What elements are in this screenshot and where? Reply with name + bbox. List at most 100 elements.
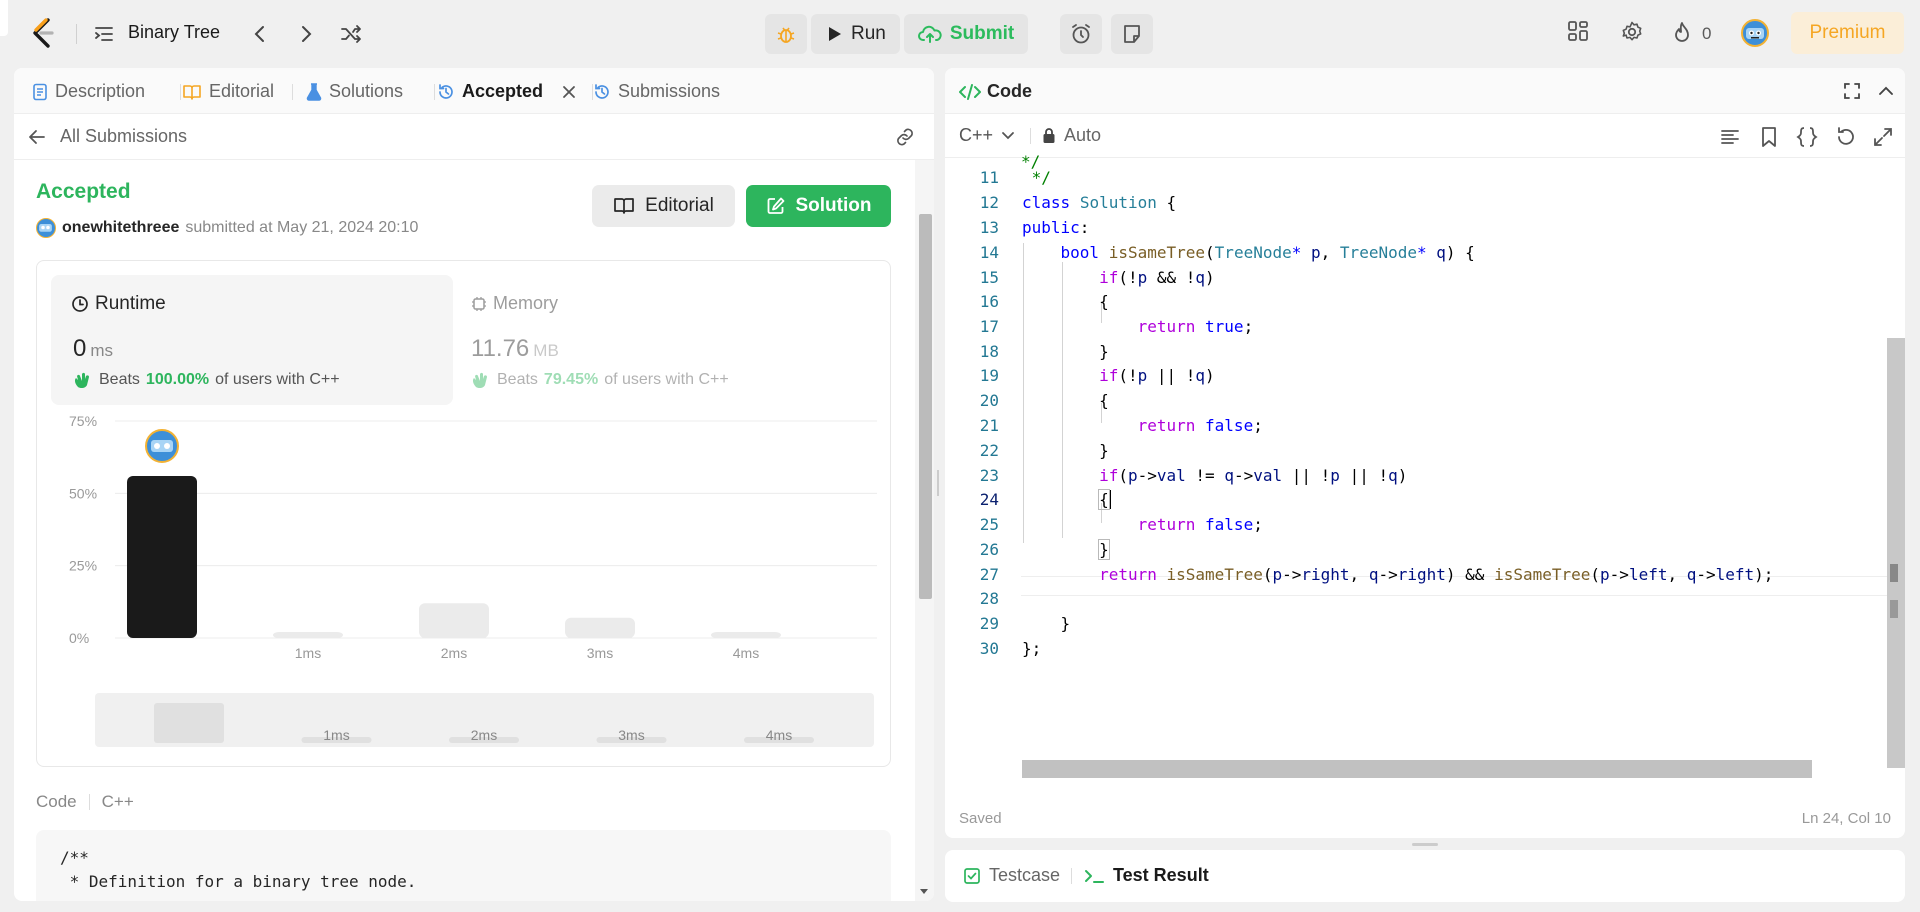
link-icon[interactable] [894, 127, 916, 147]
memory-value: 11.76 [471, 335, 530, 362]
tab-test-result[interactable]: Test Result [1083, 865, 1209, 886]
tab-submissions[interactable]: Submissions [593, 81, 720, 102]
memory-value-row: 11.76 MB [471, 335, 559, 363]
code-line: if(!p || !q) [1099, 366, 1215, 385]
debug-button[interactable] [765, 14, 807, 54]
line-number: 30 [979, 639, 999, 658]
chart-bar [419, 603, 489, 638]
memory-label: Memory [493, 293, 559, 313]
problem-list-icon[interactable] [94, 24, 114, 44]
bottom-resize-handle[interactable] [1412, 843, 1438, 846]
code-line: if(!p && !q) [1099, 268, 1215, 287]
book-icon [183, 84, 201, 100]
tab-description[interactable]: Description [32, 81, 145, 102]
sidebar-handle[interactable] [0, 0, 8, 36]
line-number: 11 [979, 168, 999, 187]
timer-button[interactable] [1060, 14, 1102, 54]
code-line: { [1022, 292, 1109, 311]
avatar [36, 218, 56, 238]
bug-icon [777, 27, 795, 43]
beats-suffix: of users with C++ [604, 371, 729, 388]
code-preview-line: * Definition for a binary tree node. [60, 872, 417, 891]
left-tab-bar: Description Editorial Solutions Accepted… [14, 68, 934, 114]
scrollbar-thumb[interactable] [919, 214, 932, 599]
language-select[interactable]: C++ [959, 125, 1015, 146]
chart-y-tick-label: 75% [69, 413, 97, 429]
submission-subbar: All Submissions [14, 114, 934, 160]
run-button[interactable]: Run [811, 14, 900, 54]
tab-test-result-label: Test Result [1113, 865, 1209, 885]
stats-card: Runtime 0 ms Beats 100.00% of users with … [36, 260, 891, 767]
bookmark-icon[interactable] [1758, 126, 1780, 148]
user-avatar[interactable] [1741, 19, 1769, 47]
layout-grid-icon[interactable] [1567, 20, 1589, 42]
alarm-clock-icon [1072, 24, 1090, 44]
top-navbar: Binary Tree Run Submit 0 Premium [0, 0, 1920, 66]
submitted-code-preview[interactable]: /** * Definition for a binary tree node. [36, 830, 891, 901]
tab-testcase[interactable]: Testcase [963, 865, 1060, 886]
checkbox-icon [964, 867, 980, 884]
left-scrollbar[interactable] [915, 160, 934, 901]
reset-icon[interactable] [1834, 126, 1856, 148]
tab-solutions-label: Solutions [329, 81, 404, 101]
auto-mode[interactable]: Auto [1042, 125, 1101, 146]
editorial-button[interactable]: Editorial [592, 185, 735, 227]
tab-accepted[interactable]: Accepted [437, 81, 543, 102]
chart-avatar-eye [164, 442, 170, 449]
chevron-up-icon[interactable] [1878, 83, 1894, 99]
code-label: Code [36, 792, 77, 811]
panel-resize-handle[interactable] [937, 470, 939, 496]
braces-icon[interactable] [1796, 126, 1818, 148]
format-icon[interactable] [1719, 126, 1741, 148]
chart-minimap[interactable]: 1ms 2ms 3ms 4ms [95, 693, 874, 747]
chevron-right-icon[interactable] [294, 22, 318, 46]
close-icon[interactable] [562, 85, 576, 99]
all-submissions-link[interactable]: All Submissions [28, 126, 187, 147]
scroll-down-icon[interactable] [919, 888, 929, 896]
history-icon [595, 83, 609, 99]
code-line: return false; [1137, 515, 1263, 534]
memory-box[interactable]: Memory 11.76 MB Beats 79.45% of users wit… [463, 275, 865, 405]
flame-icon[interactable] [1672, 21, 1692, 45]
editor-horizontal-scrollbar[interactable] [1022, 760, 1812, 778]
runtime-unit: ms [90, 341, 114, 360]
chevron-left-icon[interactable] [248, 22, 272, 46]
line-number: 20 [979, 391, 999, 410]
runtime-distribution-chart[interactable]: 0% 25% 50% 75% 1ms 2ms 3ms 4ms [37, 411, 892, 671]
chart-bar [127, 475, 197, 638]
editor-status-bar: Saved Ln 24, Col 10 [945, 802, 1905, 838]
tab-editorial-label: Editorial [209, 81, 275, 101]
username[interactable]: onewhitethreee [62, 219, 179, 237]
runtime-box[interactable]: Runtime 0 ms Beats 100.00% of users with … [51, 275, 453, 405]
tab-solutions[interactable]: Solutions [306, 81, 403, 102]
streak-count: 0 [1702, 24, 1712, 43]
memory-beats: Beats 79.45% of users with C++ [471, 371, 729, 389]
submit-button[interactable]: Submit [903, 14, 1029, 54]
tab-description-label: Description [55, 81, 146, 101]
chart-x-tick-label: 4ms [733, 645, 759, 661]
fullscreen-icon[interactable] [1843, 82, 1861, 100]
saved-status: Saved [959, 810, 1002, 827]
tab-divider [292, 84, 293, 100]
gear-icon[interactable] [1620, 20, 1644, 44]
line-number-current: 24 [979, 490, 999, 509]
solution-button[interactable]: Solution [746, 185, 891, 227]
chart-x-tick-label: 1ms [295, 645, 321, 661]
tab-editorial[interactable]: Editorial [182, 81, 274, 102]
minimap-bar [154, 703, 224, 743]
editor-vertical-scrollbar[interactable] [1887, 338, 1905, 768]
code-editor[interactable]: */ 11 12 13 14 15 16 17 18 19 20 21 22 2… [945, 152, 1905, 778]
scroll-marker [1890, 600, 1898, 618]
leetcode-logo-icon[interactable] [28, 16, 58, 50]
expand-icon[interactable] [1872, 126, 1894, 148]
chevron-down-icon [1002, 131, 1014, 139]
shuffle-icon[interactable] [339, 22, 363, 46]
editorial-button-label: Editorial [645, 195, 714, 216]
runtime-value-row: 0 ms [73, 335, 113, 363]
clap-icon [472, 372, 487, 389]
divider [1030, 128, 1031, 144]
notes-button[interactable] [1111, 14, 1153, 54]
problem-list-title[interactable]: Binary Tree [128, 22, 220, 43]
premium-button[interactable]: Premium [1791, 12, 1904, 54]
code-toolbar: C++ Auto [945, 114, 1905, 158]
